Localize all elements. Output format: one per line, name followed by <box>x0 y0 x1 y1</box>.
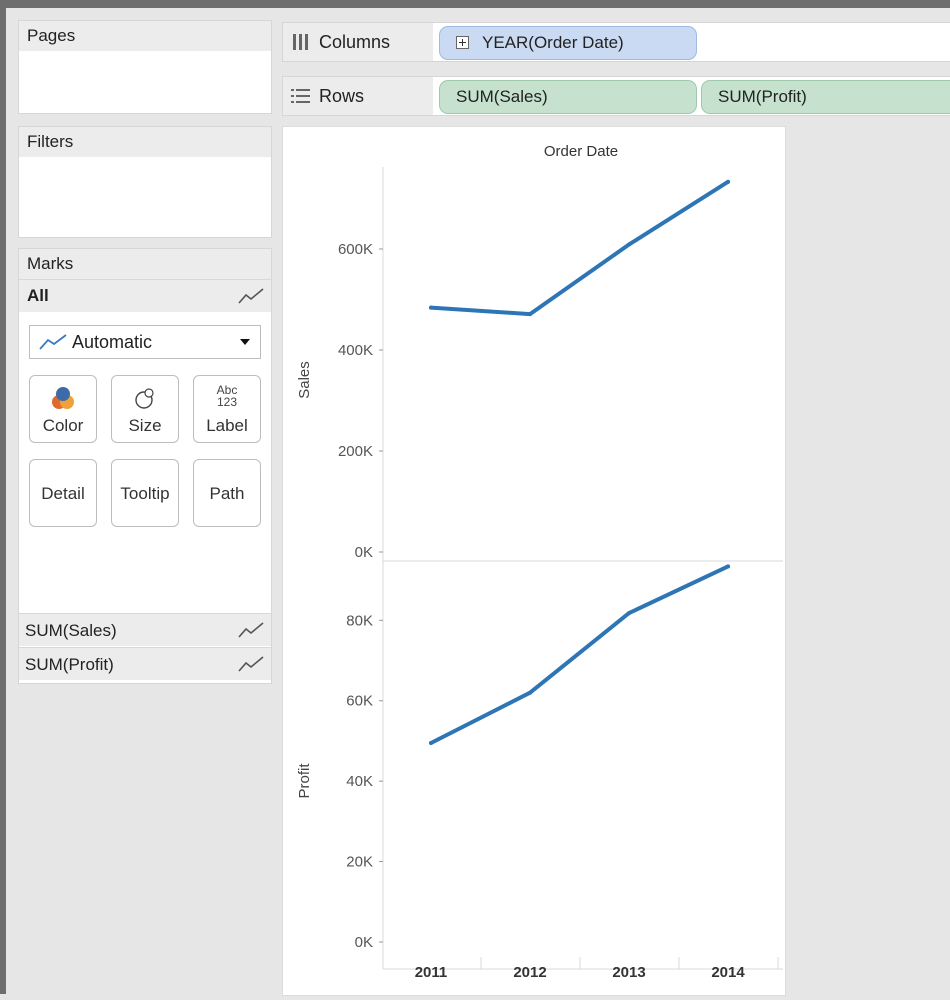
color-button-label: Color <box>42 416 84 435</box>
marks-card: Marks All Automatic Color Size Abc 123 L… <box>18 248 272 684</box>
pages-title: Pages <box>19 21 271 51</box>
size-icon <box>135 388 154 409</box>
x-tick-label: 2012 <box>513 964 546 981</box>
view-chart[interactable]: Order Date 0K 200K 400K 600K Sales 0K 20K 40K 60… <box>282 126 786 996</box>
line-chart: Order Date 0K 200K 400K 600K Sales 0K 20K 40K 60… <box>296 143 783 981</box>
data-point-profit <box>627 611 631 616</box>
filters-card[interactable]: Filters <box>18 126 272 238</box>
line-mark-icon <box>238 622 264 638</box>
path-button-label: Path <box>209 484 245 503</box>
label-button-label: Label <box>206 416 248 435</box>
line-mark-icon <box>238 288 264 304</box>
data-point-sales <box>429 305 433 310</box>
marks-profit-row[interactable]: SUM(Profit) <box>19 647 271 680</box>
row-pill-sum-sales[interactable]: SUM(Sales) <box>439 80 697 114</box>
y-axis-title-sales: Sales <box>296 361 313 399</box>
color-icon <box>52 387 74 409</box>
mark-type-dropdown[interactable]: Automatic <box>29 325 261 359</box>
y-tick-label-profit: 80K <box>346 612 373 629</box>
data-point-profit <box>429 740 433 745</box>
path-button[interactable]: Path <box>193 459 261 527</box>
marks-sales-label: SUM(Sales) <box>25 621 117 640</box>
data-point-sales <box>627 242 631 247</box>
y-tick-label-profit: 60K <box>346 693 373 710</box>
x-tick-label: 2014 <box>711 964 745 981</box>
columns-icon <box>293 34 308 50</box>
chevron-down-icon <box>240 339 250 345</box>
y-tick-label-sales: 400K <box>338 342 373 359</box>
expand-plus-icon[interactable] <box>456 36 470 50</box>
x-tick-label: 2013 <box>612 964 645 981</box>
size-button[interactable]: Size <box>111 375 179 443</box>
series-line-profit <box>429 564 730 745</box>
tooltip-button-label: Tooltip <box>120 484 170 503</box>
detail-button[interactable]: Detail <box>29 459 97 527</box>
column-pill-year-order-date[interactable]: YEAR(Order Date) <box>439 26 697 60</box>
label-icon: Abc 123 <box>216 383 238 409</box>
y-tick-label-profit: 20K <box>346 854 373 871</box>
data-point-profit <box>528 690 532 695</box>
y-tick-label-profit: 40K <box>346 773 373 790</box>
data-point-sales <box>726 179 730 184</box>
line-mark-icon <box>238 656 264 672</box>
rows-icon <box>291 89 310 103</box>
pages-card[interactable]: Pages <box>18 20 272 114</box>
rows-shelf-label: Rows <box>283 77 433 115</box>
mark-type-value: Automatic <box>72 332 153 352</box>
window-frame-left <box>0 0 6 994</box>
marks-all-tab[interactable]: All <box>19 279 271 312</box>
columns-shelf-label: Columns <box>283 23 433 61</box>
row-pill-sum-profit[interactable]: SUM(Profit) <box>701 80 950 114</box>
marks-sales-row[interactable]: SUM(Sales) <box>19 613 271 646</box>
size-button-label: Size <box>128 416 162 435</box>
columns-shelf[interactable]: Columns YEAR(Order Date) <box>282 22 950 62</box>
series-line-sales <box>429 179 730 317</box>
rows-shelf[interactable]: Rows SUM(Sales) SUM(Profit) <box>282 76 950 116</box>
data-point-sales <box>528 312 532 317</box>
marks-title: Marks <box>19 249 271 279</box>
marks-all-label: All <box>27 286 49 305</box>
y-tick-label-sales: 0K <box>355 544 373 561</box>
tooltip-button[interactable]: Tooltip <box>111 459 179 527</box>
detail-button-label: Detail <box>41 484 85 503</box>
y-tick-label-sales: 600K <box>338 241 373 258</box>
column-header-order-date: Order Date <box>544 143 618 160</box>
color-button[interactable]: Color <box>29 375 97 443</box>
line-mark-icon <box>39 334 67 350</box>
x-tick-label: 2011 <box>415 964 448 981</box>
y-axis-title-profit: Profit <box>296 763 313 799</box>
filters-title: Filters <box>19 127 271 157</box>
y-tick-label-sales: 200K <box>338 443 373 460</box>
window-frame-top <box>0 0 950 8</box>
data-point-profit <box>726 564 730 569</box>
label-button[interactable]: Abc 123 Label <box>193 375 261 443</box>
y-tick-label-profit: 0K <box>355 934 373 951</box>
marks-profit-label: SUM(Profit) <box>25 655 114 674</box>
